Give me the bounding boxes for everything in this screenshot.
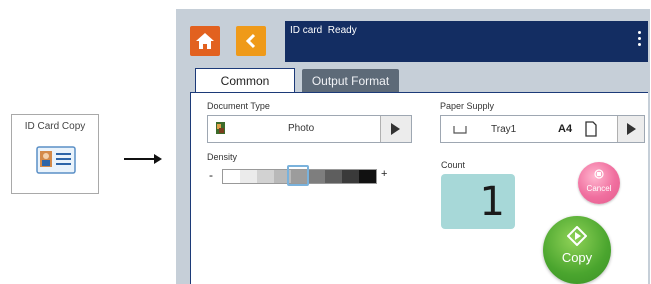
document-type-value: Photo	[288, 123, 315, 134]
right-arrow-icon	[124, 154, 162, 164]
back-chevron-icon	[245, 33, 256, 49]
copy-label: Copy	[561, 250, 593, 265]
stop-icon	[594, 169, 604, 179]
paper-size-value: A4	[558, 123, 573, 135]
density-step[interactable]	[359, 170, 376, 183]
count-value: 1	[479, 179, 505, 225]
density-step[interactable]	[257, 170, 274, 183]
status-bar: ID card Ready	[285, 21, 648, 62]
density-minus[interactable]: -	[209, 168, 213, 182]
start-diamond-icon	[567, 226, 587, 246]
paper-supply-label: Paper Supply	[440, 101, 495, 111]
id-card-copy-label: ID Card Copy	[24, 121, 86, 132]
home-icon	[196, 33, 214, 49]
tray-icon	[453, 126, 467, 134]
back-button[interactable]	[236, 26, 266, 56]
paper-tray-value: Tray1	[491, 124, 517, 135]
tab-output-format[interactable]: Output Format	[302, 69, 399, 93]
play-icon	[627, 123, 636, 135]
density-plus[interactable]: +	[381, 168, 387, 180]
document-type-label: Document Type	[207, 101, 270, 111]
density-step[interactable]	[342, 170, 359, 183]
density-step[interactable]	[240, 170, 257, 183]
density-label: Density	[207, 152, 238, 162]
id-card-copy-tile[interactable]: ID Card Copy	[11, 114, 99, 194]
tab-common[interactable]: Common	[195, 68, 295, 92]
count-field[interactable]: 1	[441, 174, 515, 229]
status-text: ID card Ready	[290, 25, 357, 36]
document-type-select[interactable]: Photo	[207, 115, 412, 143]
paper-orientation-icon	[585, 121, 597, 137]
count-label: Count	[441, 160, 466, 170]
density-step[interactable]	[325, 170, 342, 183]
density-selected-marker	[287, 165, 309, 186]
paper-supply-next-button[interactable]	[617, 116, 644, 142]
cancel-label: Cancel	[586, 184, 612, 193]
document-type-next-button[interactable]	[380, 116, 411, 142]
cancel-button[interactable]: Cancel	[578, 162, 620, 204]
paper-supply-select[interactable]: Tray1 A4	[440, 115, 645, 143]
photo-icon	[216, 122, 225, 134]
kebab-menu-icon[interactable]	[638, 31, 642, 51]
play-icon	[391, 123, 400, 135]
density-step[interactable]	[223, 170, 240, 183]
density-step[interactable]	[308, 170, 325, 183]
copy-button[interactable]: Copy	[543, 216, 611, 284]
home-button[interactable]	[190, 26, 220, 56]
id-card-icon	[36, 146, 76, 174]
